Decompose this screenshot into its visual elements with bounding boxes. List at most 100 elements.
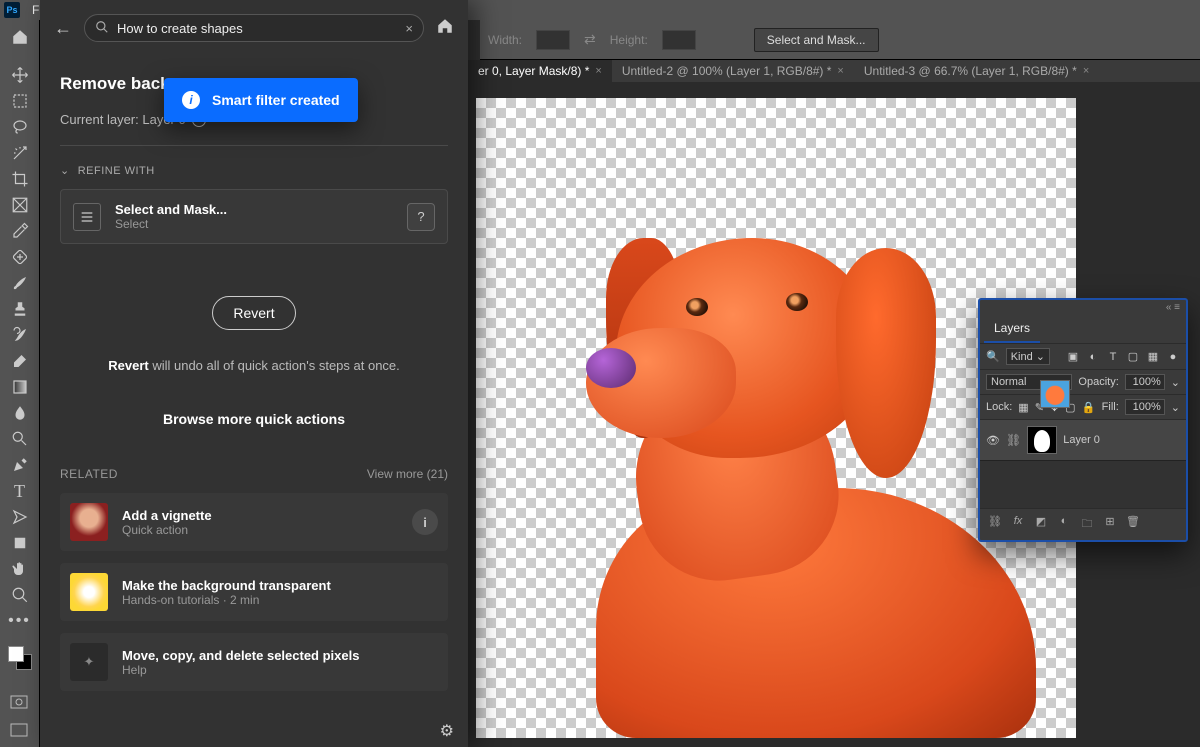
filter-shape-icon[interactable]: ▢ — [1126, 350, 1140, 364]
select-and-mask-button[interactable]: Select and Mask... — [754, 28, 879, 52]
more-tools-icon[interactable]: ••• — [4, 608, 36, 634]
browse-more-link[interactable]: Browse more quick actions — [60, 411, 448, 427]
view-more-link[interactable]: View more (21) — [367, 467, 448, 481]
doc-tab-2[interactable]: Untitled-2 @ 100% (Layer 1, RGB/8#) *× — [612, 60, 854, 82]
crop-tool-icon[interactable] — [4, 166, 36, 192]
group-icon[interactable]: 🗀 — [1080, 515, 1094, 534]
clear-icon[interactable]: × — [405, 21, 413, 36]
home-icon[interactable] — [436, 17, 454, 40]
screenmode-icon[interactable] — [8, 721, 30, 739]
info-icon[interactable]: i — [412, 509, 438, 535]
frame-tool-icon[interactable] — [4, 192, 36, 218]
filter-adjust-icon[interactable]: ◐ — [1086, 350, 1100, 364]
item-subtitle: Hands-on tutorials · 2 min — [122, 593, 331, 607]
related-label: RELATED — [60, 467, 118, 481]
history-brush-icon[interactable] — [4, 322, 36, 348]
heal-tool-icon[interactable] — [4, 244, 36, 270]
card-subtitle: Select — [115, 217, 227, 231]
back-icon[interactable]: ← — [54, 18, 72, 39]
item-subtitle: Quick action — [122, 523, 212, 537]
opacity-field[interactable]: 100% — [1125, 374, 1165, 390]
doc-tab-3[interactable]: Untitled-3 @ 66.7% (Layer 1, RGB/8#) *× — [854, 60, 1099, 82]
home-icon[interactable] — [4, 24, 36, 50]
layer-name[interactable]: Layer 0 — [1063, 434, 1100, 446]
link-icon[interactable]: ⛓ — [1006, 433, 1021, 447]
lock-label: Lock: — [986, 401, 1012, 413]
list-icon — [73, 203, 101, 231]
link-layers-icon[interactable]: ⛓ — [988, 515, 1002, 534]
gear-icon[interactable]: ⚙ — [440, 721, 454, 741]
search-icon — [95, 20, 109, 37]
filter-pixel-icon[interactable]: ▣ — [1066, 350, 1080, 364]
lock-all-icon[interactable]: 🔒 — [1082, 401, 1096, 414]
filter-type-icon[interactable]: T — [1106, 350, 1120, 364]
fill-field[interactable]: 100% — [1125, 399, 1165, 415]
move-tool-icon[interactable] — [4, 62, 36, 88]
gradient-tool-icon[interactable] — [4, 374, 36, 400]
item-title: Move, copy, and delete selected pixels — [122, 648, 359, 663]
fx-icon[interactable]: fx — [1011, 515, 1025, 534]
filter-smart-icon[interactable]: ▦ — [1146, 350, 1160, 364]
search-box[interactable]: × — [84, 14, 424, 42]
thumbnail — [70, 573, 108, 611]
related-item-transparent[interactable]: Make the background transparentHands-on … — [60, 563, 448, 621]
width-field[interactable] — [536, 30, 570, 50]
quickmask-icon[interactable] — [8, 693, 30, 711]
visibility-icon[interactable]: 👁 — [986, 434, 1000, 447]
related-item-vignette[interactable]: Add a vignetteQuick action i — [60, 493, 448, 551]
related-item-move-pixels[interactable]: ✦ Move, copy, and delete selected pixels… — [60, 633, 448, 691]
shape-tool-icon[interactable] — [4, 530, 36, 556]
item-title: Make the background transparent — [122, 578, 331, 593]
close-icon[interactable]: × — [595, 65, 601, 77]
item-subtitle: Help — [122, 663, 359, 677]
lock-trans-icon[interactable]: ▦ — [1018, 401, 1028, 414]
eyedropper-tool-icon[interactable] — [4, 218, 36, 244]
wand-tool-icon[interactable] — [4, 140, 36, 166]
layer-row-0[interactable]: 👁 ⛓ Layer 0 — [980, 419, 1186, 460]
mask-thumbnail[interactable] — [1027, 426, 1057, 454]
delete-icon[interactable]: 🗑 — [1126, 515, 1140, 534]
adjustment-icon[interactable]: ◐ — [1057, 515, 1071, 534]
select-and-mask-card[interactable]: Select and Mask... Select ? — [60, 189, 448, 244]
close-icon[interactable]: × — [837, 65, 843, 77]
app-logo: Ps — [4, 2, 20, 18]
toast-message: Smart filter created — [212, 92, 340, 108]
info-icon: i — [182, 91, 200, 109]
help-icon[interactable]: ? — [407, 203, 435, 231]
doc-tab-1[interactable]: er 0, Layer Mask/8) *× — [468, 60, 612, 82]
layers-panel[interactable]: « ≡ Layers 🔍 Kind ⌄ ▣ ◐ T ▢ ▦ ● Normal O… — [978, 298, 1188, 542]
search-input[interactable] — [117, 21, 397, 36]
thumbnail — [70, 503, 108, 541]
color-swatches[interactable] — [8, 646, 32, 670]
brush-tool-icon[interactable] — [4, 270, 36, 296]
search-icon: 🔍 — [986, 350, 1000, 363]
close-icon[interactable]: × — [1083, 65, 1089, 77]
layer-thumbnail[interactable] — [1040, 380, 1070, 408]
filter-toggle-icon[interactable]: ● — [1166, 350, 1180, 364]
collapse-icon[interactable]: « ≡ — [1166, 302, 1180, 313]
height-label: Height: — [610, 33, 648, 47]
blur-tool-icon[interactable] — [4, 400, 36, 426]
marquee-tool-icon[interactable] — [4, 88, 36, 114]
mask-icon[interactable]: ◩ — [1034, 515, 1048, 534]
hand-tool-icon[interactable] — [4, 556, 36, 582]
dodge-tool-icon[interactable] — [4, 426, 36, 452]
refine-with-header[interactable]: ⌄ REFINE WITH — [60, 164, 448, 177]
swap-dims-icon[interactable]: ⇄ — [584, 31, 596, 48]
layers-tab[interactable]: Layers — [984, 315, 1040, 343]
height-field[interactable] — [662, 30, 696, 50]
stamp-tool-icon[interactable] — [4, 296, 36, 322]
type-tool-icon[interactable]: T — [4, 478, 36, 504]
pen-tool-icon[interactable] — [4, 452, 36, 478]
document-tabs: er 0, Layer Mask/8) *× Untitled-2 @ 100%… — [468, 60, 1200, 82]
filter-kind-select[interactable]: Kind ⌄ — [1006, 348, 1050, 365]
lasso-tool-icon[interactable] — [4, 114, 36, 140]
new-layer-icon[interactable]: ⊞ — [1103, 515, 1117, 534]
path-tool-icon[interactable] — [4, 504, 36, 530]
layers-footer: ⛓ fx ◩ ◐ 🗀 ⊞ 🗑 — [980, 508, 1186, 540]
revert-button[interactable]: Revert — [212, 296, 295, 330]
revert-note: Revert will undo all of quick action's s… — [60, 358, 448, 373]
eraser-tool-icon[interactable] — [4, 348, 36, 374]
card-title: Select and Mask... — [115, 202, 227, 217]
zoom-tool-icon[interactable] — [4, 582, 36, 608]
